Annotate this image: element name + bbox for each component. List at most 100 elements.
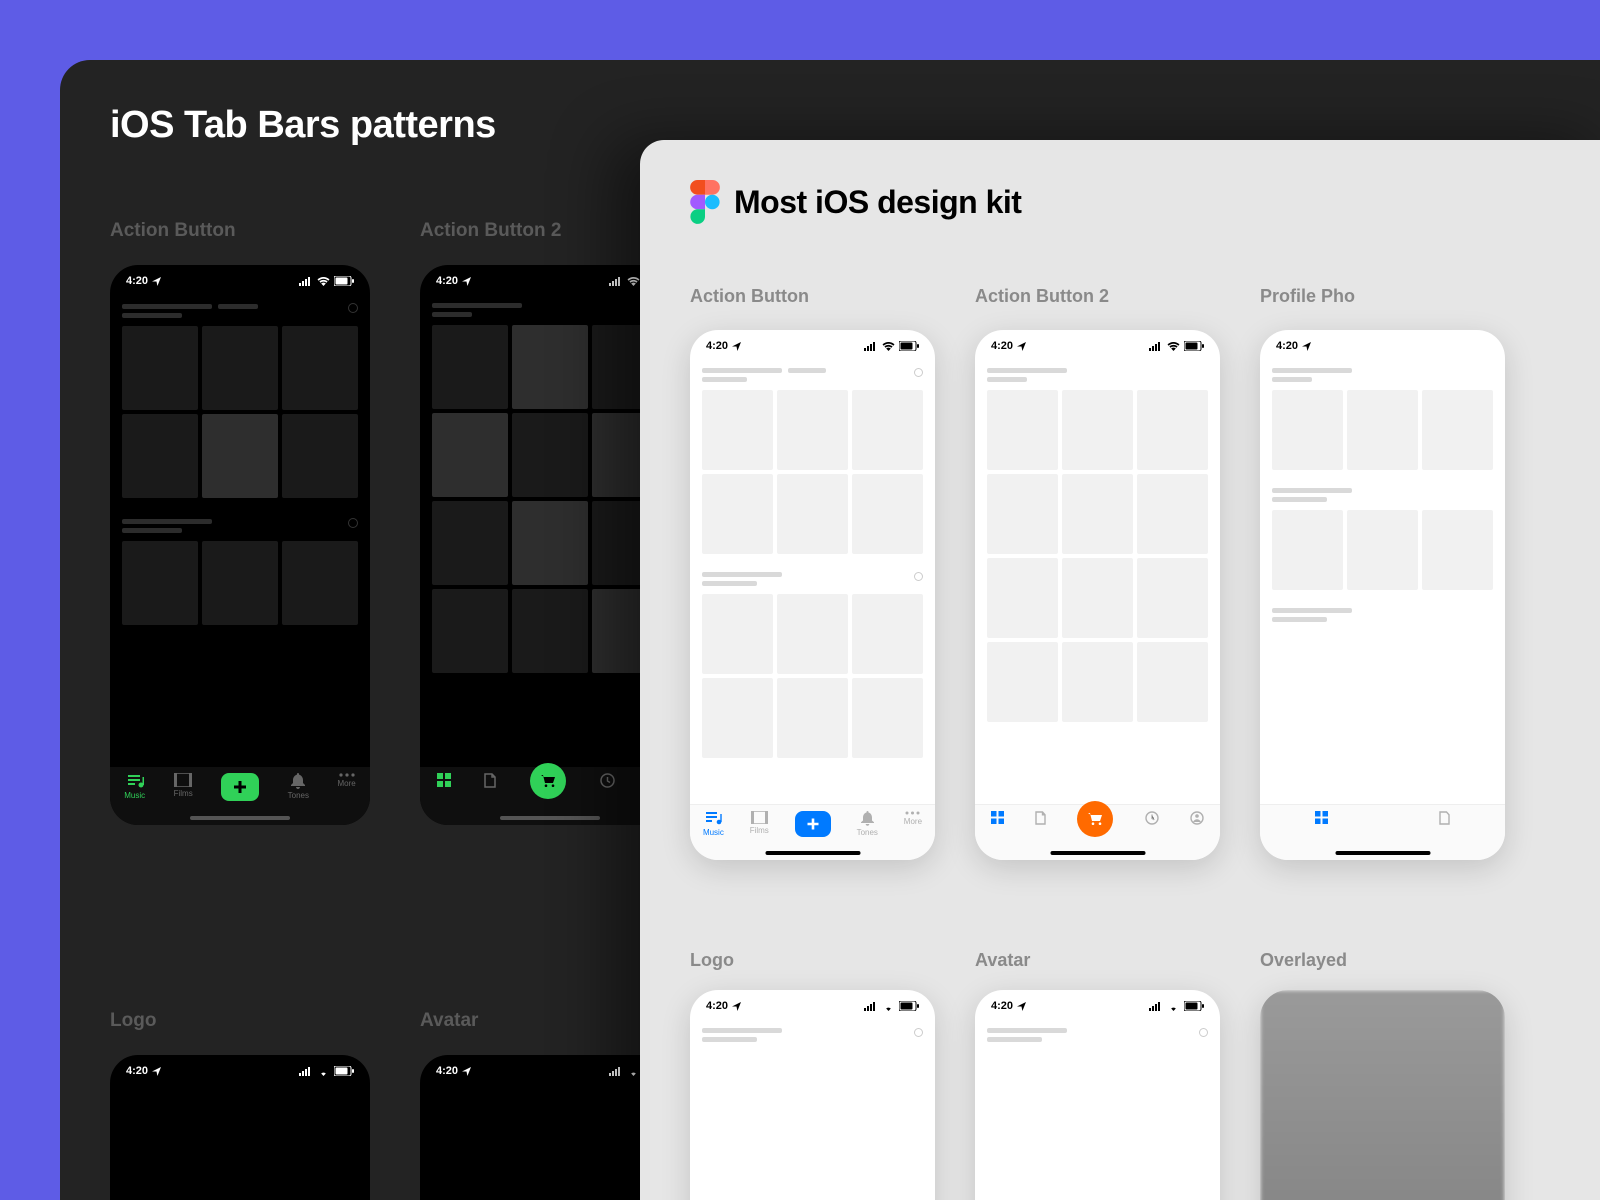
tab-tones[interactable]: Tones [857, 811, 878, 837]
more-icon [905, 811, 920, 815]
home-indicator[interactable] [500, 816, 600, 820]
signal-icon [864, 1002, 878, 1011]
phone-dark-action-button: 4:20 Music Films [110, 265, 370, 825]
tab-action-cart[interactable] [530, 773, 566, 799]
tab-grid[interactable] [1315, 811, 1328, 824]
page-title-dark: iOS Tab Bars patterns [110, 104, 496, 147]
location-icon [1017, 1002, 1026, 1011]
status-bar: 4:20 [690, 330, 935, 358]
cart-button[interactable] [1077, 801, 1113, 837]
location-icon [1302, 342, 1311, 351]
tab-grid[interactable] [991, 811, 1004, 824]
location-icon [462, 1067, 471, 1076]
signal-icon [609, 1067, 623, 1076]
battery-icon [899, 1001, 919, 1011]
battery-icon [334, 1066, 354, 1076]
tab-action-plus[interactable] [795, 811, 831, 837]
tab-file[interactable] [1439, 811, 1450, 825]
more-icon [339, 773, 355, 777]
plus-button[interactable] [221, 773, 259, 801]
tab-more[interactable]: More [337, 773, 355, 788]
status-bar: 4:20 [110, 265, 370, 293]
tab-profile[interactable] [1190, 811, 1204, 825]
tab-action-cart[interactable] [1077, 811, 1113, 837]
status-bar: 4:20 [1260, 330, 1505, 358]
home-indicator[interactable] [1050, 851, 1145, 855]
home-indicator[interactable] [765, 851, 860, 855]
phone-dark-logo: 4:20 [110, 1055, 370, 1200]
home-indicator[interactable] [1335, 851, 1430, 855]
tab-films[interactable]: Films [750, 811, 769, 835]
location-icon [732, 342, 741, 351]
label-overlayed: Overlayed [1260, 950, 1347, 971]
status-time: 4:20 [126, 1065, 148, 1077]
tab-grid[interactable] [437, 773, 451, 787]
tab-label: Tones [288, 791, 309, 800]
tab-clock[interactable] [1145, 811, 1159, 825]
battery-icon [899, 341, 919, 351]
clock-icon [1145, 811, 1159, 825]
tab-label: More [904, 817, 922, 826]
tab-file[interactable] [1035, 811, 1046, 825]
tab-file[interactable] [484, 773, 496, 788]
status-time: 4:20 [436, 1065, 458, 1077]
status-time: 4:20 [1276, 340, 1298, 352]
home-indicator[interactable] [190, 816, 290, 820]
tab-music[interactable]: Music [124, 773, 145, 800]
phone-light-overlayed [1260, 990, 1505, 1200]
light-panel: Most iOS design kit Action Button Action… [640, 140, 1600, 1200]
tab-label: Music [703, 828, 724, 837]
page-title-light: Most iOS design kit [734, 184, 1021, 221]
status-time: 4:20 [126, 275, 148, 287]
tab-music[interactable]: Music [703, 811, 724, 837]
location-icon [152, 1067, 161, 1076]
tab-label: More [337, 779, 355, 788]
music-icon [126, 773, 144, 789]
wifi-icon [317, 277, 330, 286]
plus-icon [806, 817, 820, 831]
signal-icon [609, 277, 623, 286]
cart-icon [540, 774, 556, 789]
file-icon [484, 773, 496, 788]
status-bar: 4:20 [975, 330, 1220, 358]
label-avatar-dark: Avatar [420, 1010, 478, 1032]
figma-logo-icon [690, 180, 720, 224]
clock-icon [600, 773, 615, 788]
tab-action-plus[interactable] [221, 773, 259, 801]
location-icon [732, 1002, 741, 1011]
plus-icon [232, 779, 248, 795]
grid-icon [991, 811, 1004, 824]
tab-clock[interactable] [600, 773, 615, 788]
status-bar: 4:20 [975, 990, 1220, 1018]
tab-more[interactable]: More [904, 811, 922, 826]
tab-label: Tones [857, 828, 878, 837]
status-time: 4:20 [436, 275, 458, 287]
tab-bar: Music Films Tones More [690, 804, 935, 860]
file-icon [1035, 811, 1046, 825]
label-logo-dark: Logo [110, 1010, 156, 1032]
films-icon [751, 811, 768, 824]
films-icon [174, 773, 192, 787]
overlayed-image [1260, 990, 1505, 1200]
plus-button[interactable] [795, 811, 831, 837]
label-action-button-dark: Action Button [110, 220, 236, 242]
status-bar: 4:20 [690, 990, 935, 1018]
wifi-icon [882, 1002, 895, 1011]
tab-films[interactable]: Films [174, 773, 193, 798]
location-icon [1017, 342, 1026, 351]
tab-label: Films [750, 826, 769, 835]
label-logo-light: Logo [690, 950, 734, 971]
profile-icon [1190, 811, 1204, 825]
tab-tones[interactable]: Tones [288, 773, 309, 800]
file-icon [1439, 811, 1450, 825]
wifi-icon [882, 342, 895, 351]
signal-icon [1149, 1002, 1163, 1011]
phone-light-logo: 4:20 [690, 990, 935, 1200]
cart-button[interactable] [530, 763, 566, 799]
bell-icon [291, 773, 305, 789]
wifi-icon [1167, 342, 1180, 351]
signal-icon [299, 277, 313, 286]
phone-light-action-button: 4:20 Music [690, 330, 935, 860]
wifi-icon [317, 1067, 330, 1076]
battery-icon [334, 276, 354, 286]
